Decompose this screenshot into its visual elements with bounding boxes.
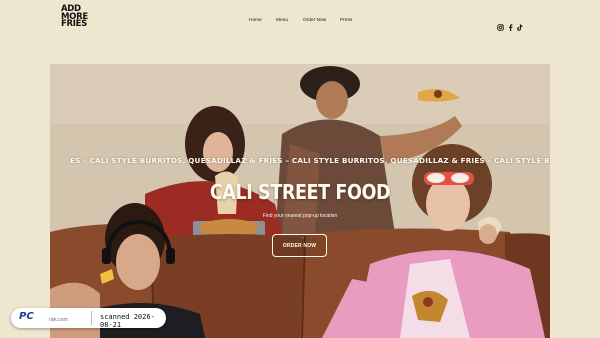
order-now-button[interactable]: ORDER NOW: [272, 234, 327, 257]
watermark-logo-suffix: risk.com: [49, 317, 68, 323]
nav-item-home[interactable]: Home: [249, 18, 262, 23]
scan-watermark-badge: PC risk.com scanned 2026-08-21: [11, 308, 166, 329]
hero-title: CALI STREET FOOD: [209, 180, 391, 204]
hero-marquee: ES – CALI STYLE BURRITOS, QUESADILLAZ & …: [70, 156, 550, 165]
hero-banner: ES – CALI STYLE BURRITOS, QUESADILLAZ & …: [50, 64, 550, 338]
nav-item-order-now[interactable]: Order Now: [303, 18, 326, 23]
nav-item-menu[interactable]: Menu: [276, 18, 288, 23]
instagram-icon[interactable]: [497, 18, 504, 31]
watermark-logo: PC: [19, 311, 34, 322]
scan-date-stamp: scanned 2026-08-21: [100, 313, 155, 329]
facebook-icon[interactable]: [507, 18, 514, 31]
nav-item-press[interactable]: Press: [340, 18, 352, 23]
hero-subtitle: Find your nearest pop-up location: [262, 213, 338, 219]
tiktok-icon[interactable]: [516, 18, 523, 31]
badge-divider: [91, 311, 92, 325]
